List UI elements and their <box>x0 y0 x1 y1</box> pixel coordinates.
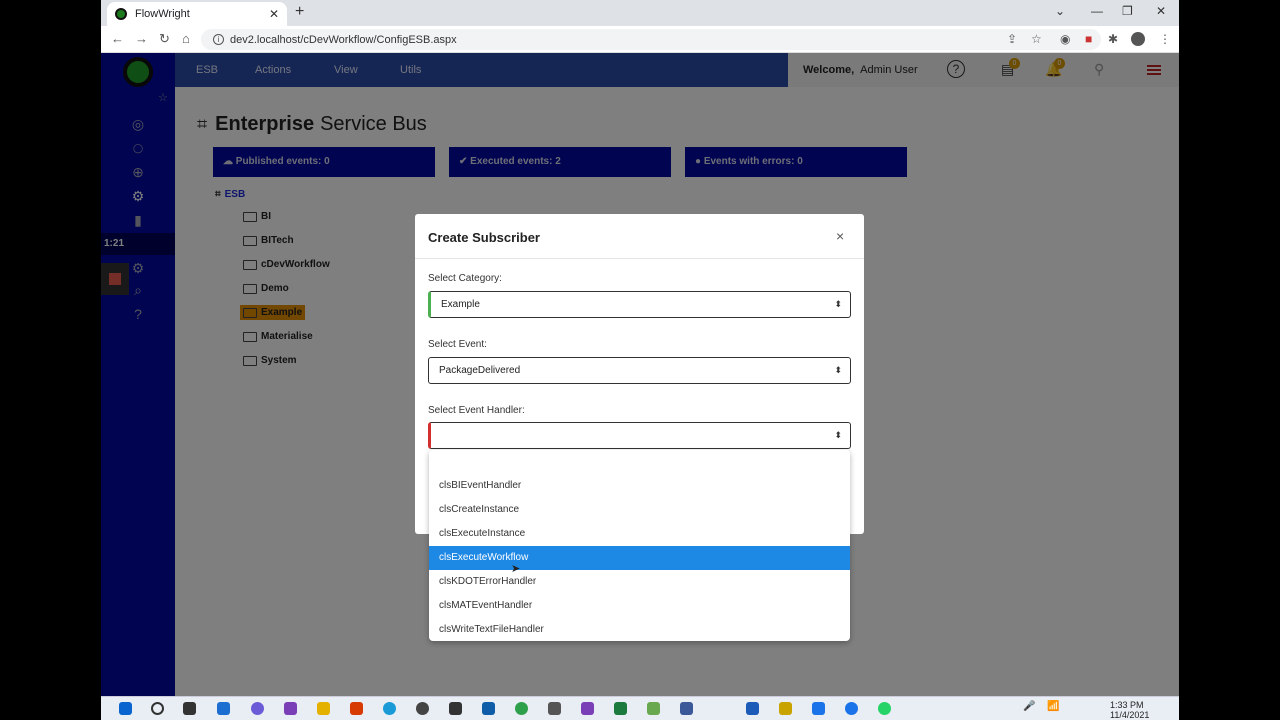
browser-address-bar: ← → ↻ ⌂ i dev2.localhost/cDevWorkflow/Co… <box>101 26 1179 53</box>
event-handler-dropdown: clsBIEventHandler clsCreateInstance clsE… <box>429 450 850 641</box>
select-arrows-icon: ⬍ <box>834 299 842 309</box>
vscode-icon[interactable] <box>581 702 594 715</box>
app-icon[interactable] <box>416 702 429 715</box>
dropdown-option[interactable]: clsKDOTErrorHandler <box>429 570 850 594</box>
mouse-cursor-icon: ➤ <box>511 563 521 575</box>
dropdown-option[interactable]: clsExecuteInstance <box>429 522 850 546</box>
dialog-title: Create Subscriber <box>428 230 540 245</box>
dropdown-option[interactable]: clsMATEventHandler <box>429 594 850 618</box>
url-field[interactable]: i dev2.localhost/cDevWorkflow/ConfigESB.… <box>201 29 1101 50</box>
back-icon[interactable]: ← <box>111 31 124 46</box>
wifi-icon[interactable]: 📶 <box>1047 701 1060 714</box>
dialog-close-button[interactable]: × <box>836 228 844 244</box>
site-info-icon[interactable]: i <box>213 34 224 45</box>
flowwright-favicon-icon <box>115 8 127 20</box>
bookmark-star-icon[interactable]: ☆ <box>1031 32 1042 46</box>
app2-icon[interactable] <box>515 702 528 715</box>
tab-close-icon[interactable]: ✕ <box>269 7 279 21</box>
new-tab-button[interactable]: + <box>295 3 304 21</box>
tab-search-icon[interactable]: ⌄ <box>1055 4 1065 18</box>
event-value: PackageDelivered <box>439 365 521 376</box>
task-view-icon[interactable] <box>183 702 196 715</box>
home-icon[interactable]: ⌂ <box>182 31 190 46</box>
app3-icon[interactable] <box>647 702 660 715</box>
tab-title: FlowWright <box>135 8 190 20</box>
office-icon[interactable] <box>350 702 363 715</box>
window-close-icon[interactable]: ✕ <box>1156 4 1166 18</box>
event-label: Select Event: <box>428 339 487 350</box>
extension-red-icon[interactable]: ■ <box>1085 32 1092 46</box>
app: ☆ ◎ ◯ ⊕ ⚙ ▮ 1:21 ⚙ ⌕ ? ESB Actions View … <box>101 53 1179 696</box>
browser-tab[interactable]: FlowWright ✕ <box>107 2 287 26</box>
category-label: Select Category: <box>428 273 502 284</box>
whatsapp-icon[interactable] <box>878 702 891 715</box>
extensions-puzzle-icon[interactable]: ✱ <box>1108 32 1118 46</box>
edge-icon[interactable] <box>383 702 396 715</box>
word-icon[interactable] <box>746 702 759 715</box>
profile-avatar[interactable] <box>1131 32 1145 46</box>
dialog-header: Create Subscriber × <box>415 214 864 259</box>
app5-icon[interactable] <box>779 702 792 715</box>
dropdown-option[interactable]: clsBIEventHandler <box>429 474 850 498</box>
browser-tab-bar: FlowWright ✕ + ⌄ — ❐ ✕ <box>101 0 1179 26</box>
url-text: dev2.localhost/cDevWorkflow/ConfigESB.as… <box>230 33 457 46</box>
terminal-icon[interactable] <box>449 702 462 715</box>
event-select[interactable]: PackageDelivered ⬍ <box>428 357 851 384</box>
mic-icon[interactable]: 🎤 <box>1023 701 1036 714</box>
browser-menu-icon[interactable]: ⋮ <box>1159 32 1171 46</box>
taskbar-clock[interactable]: 1:33 PM 11/4/2021 <box>1110 700 1149 720</box>
outlook-icon[interactable] <box>482 702 495 715</box>
select-arrows-icon: ⬍ <box>834 365 842 375</box>
category-select[interactable]: Example ⬍ <box>428 291 851 318</box>
dropdown-option[interactable]: clsWriteTextFileHandler <box>429 618 850 642</box>
camera-icon[interactable]: ◉ <box>1060 32 1070 46</box>
forward-icon[interactable]: → <box>135 31 148 46</box>
event-handler-select[interactable]: ⬍ <box>428 422 851 449</box>
chat-icon[interactable] <box>251 702 264 715</box>
clock-time: 1:33 PM <box>1110 700 1144 710</box>
todo-icon[interactable] <box>812 702 825 715</box>
handler-label: Select Event Handler: <box>428 405 525 416</box>
chrome-icon[interactable] <box>548 702 561 715</box>
share-icon[interactable]: ⇪ <box>1007 32 1017 46</box>
select-arrows-icon: ⬍ <box>834 430 842 440</box>
dropdown-option-blank[interactable] <box>429 450 850 474</box>
screen: FlowWright ✕ + ⌄ — ❐ ✕ ← → ↻ ⌂ i dev2.lo… <box>101 0 1179 720</box>
minimize-icon[interactable]: — <box>1091 4 1103 18</box>
reload-icon[interactable]: ↻ <box>159 31 170 47</box>
widgets-icon[interactable] <box>217 702 230 715</box>
start-icon[interactable] <box>119 702 132 715</box>
app4-icon[interactable] <box>680 702 693 715</box>
dropdown-option-highlighted[interactable]: clsExecuteWorkflow <box>429 546 850 570</box>
excel-icon[interactable] <box>614 702 627 715</box>
restore-icon[interactable]: ❐ <box>1122 4 1133 18</box>
category-value: Example <box>441 299 480 310</box>
dropdown-option[interactable]: clsCreateInstance <box>429 498 850 522</box>
clock-date: 11/4/2021 <box>1110 710 1150 720</box>
windows-taskbar: 🎤 📶 1:33 PM 11/4/2021 <box>101 696 1179 720</box>
file-explorer-icon[interactable] <box>317 702 330 715</box>
app6-icon[interactable] <box>845 702 858 715</box>
taskbar-search-icon[interactable] <box>151 702 164 715</box>
visual-studio-icon[interactable] <box>284 702 297 715</box>
